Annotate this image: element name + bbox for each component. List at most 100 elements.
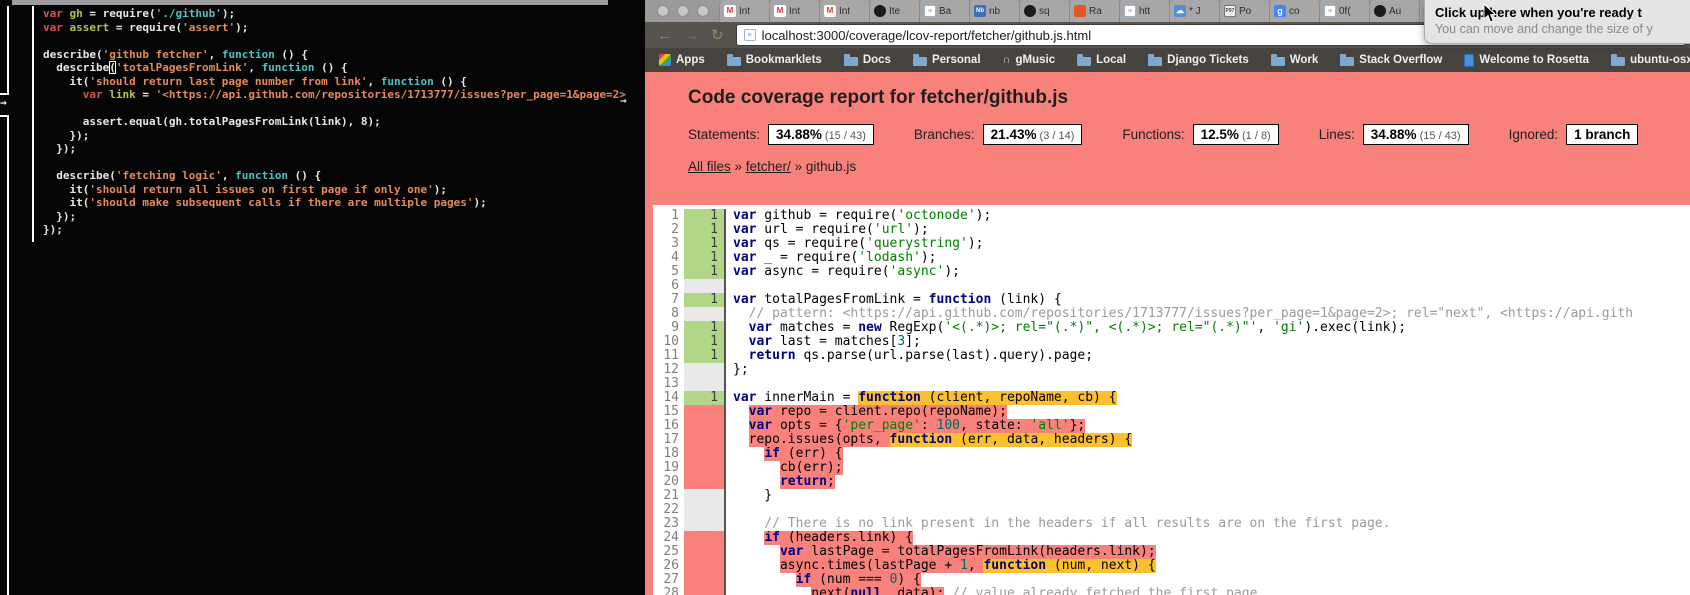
line-number: 28 — [663, 586, 679, 595]
browser-tab[interactable]: Ra — [1069, 0, 1119, 22]
zoom-button[interactable] — [697, 5, 709, 17]
terminal-line: }); — [43, 142, 626, 156]
gmail-favicon-icon: M — [824, 5, 836, 17]
terminal-line: describe('github fetcher', function () { — [43, 48, 626, 62]
code-segment: ); — [473, 196, 487, 209]
bookmark-item[interactable]: Welcome to Rosetta — [1464, 53, 1590, 67]
minimize-button[interactable] — [677, 5, 689, 17]
browser-tab[interactable]: M Int — [719, 0, 769, 22]
tab-title: Int — [839, 5, 851, 17]
bookmark-label: Apps — [676, 54, 705, 66]
browser-tab[interactable]: ≡ htt — [1119, 0, 1169, 22]
nb-favicon-icon: Nb — [974, 5, 986, 17]
breadcrumb-current: github.js — [805, 159, 857, 174]
code-line-row: 27 if (num === 0) { — [653, 573, 1690, 587]
code-segment: // value already fetched the first page — [944, 587, 1258, 595]
reload-button[interactable]: ↻ — [711, 28, 724, 43]
execution-count — [684, 419, 726, 433]
bookmark-item[interactable]: Work — [1270, 53, 1318, 66]
browser-tab[interactable]: sq — [1019, 0, 1069, 22]
bookmark-label: Personal — [931, 54, 981, 66]
bookmark-item[interactable]: Apps — [659, 54, 705, 66]
bookmark-item[interactable]: Bookmarklets — [726, 53, 822, 66]
code-segment: 'gi' — [1273, 321, 1305, 335]
coverage-metric: Statements: 34.88% (15 / 43) — [688, 124, 874, 145]
code-segment: describe( — [43, 47, 103, 61]
code-segment: describe( — [43, 169, 116, 182]
bookmark-item[interactable]: Local — [1077, 53, 1126, 66]
metric-value-box: 34.88% (15 / 43) — [768, 124, 874, 145]
terminal-line: it('should make subsequent calls if ther… — [43, 196, 626, 210]
code-segment: 'async' — [889, 265, 945, 279]
tab-title: Ba — [939, 5, 952, 17]
bookmark-item[interactable]: Personal — [912, 53, 981, 66]
code-segment: totalPagesFromLink = — [756, 293, 929, 307]
line-number: 14 — [663, 390, 679, 405]
back-button[interactable]: ← — [657, 28, 672, 43]
code-line: // There is no link present in the heade… — [726, 517, 1690, 531]
metric-value-box: 21.43% (3 / 14) — [982, 124, 1083, 145]
forward-button[interactable]: → — [684, 28, 699, 43]
line-number: 13 — [663, 376, 679, 391]
code-line: var last = matches[3]; — [726, 335, 1690, 349]
code-segment: it( — [43, 182, 90, 196]
code-segment: , — [221, 169, 236, 182]
bookmark-item[interactable]: ∩ gMusic — [1003, 54, 1056, 66]
code-segment: innerMain = — [756, 391, 859, 405]
browser-tab[interactable]: M Int — [819, 0, 869, 22]
browser-tab[interactable]: P97 Po — [1219, 0, 1269, 22]
metric-value: 1 branch — [1574, 127, 1631, 142]
cloud-favicon-icon: ☁ — [1174, 5, 1186, 17]
folder-icon — [1611, 53, 1626, 66]
line-number: 8 — [671, 306, 679, 321]
line-number: 11 — [663, 348, 679, 363]
tab-title: Au — [1389, 5, 1402, 17]
browser-tab[interactable]: g co — [1269, 0, 1319, 22]
screenshot-root: → var gh = require('./github'); var asser… — [0, 0, 1690, 595]
code-line-row: 21 } — [653, 489, 1690, 503]
terminal-pane[interactable]: → var gh = require('./github'); var asser… — [0, 0, 645, 595]
line-number: 19 — [663, 460, 679, 475]
browser-tab[interactable]: ≡ 0f( — [1319, 0, 1369, 22]
code-segment: matches = — [772, 321, 859, 335]
report-file-name: fetcher/github.js — [920, 87, 1069, 108]
folder-icon — [726, 53, 741, 66]
code-segment: async = require( — [756, 265, 890, 279]
code-line-row: 1 1 var github = require('octonode'); — [653, 209, 1690, 223]
bookmark-item[interactable]: Stack Overflow — [1340, 53, 1442, 66]
browser-tab[interactable]: M Int — [769, 0, 819, 22]
browser-tab[interactable]: Au — [1369, 0, 1419, 22]
browser-tab[interactable]: Ite — [869, 0, 919, 22]
fringe-tick — [0, 115, 9, 117]
execution-count — [684, 377, 726, 391]
code-line-row: 15 var repo = client.repo(repoName); — [653, 405, 1690, 419]
fringe-tick — [0, 93, 9, 95]
bookmark-label: Welcome to Rosetta — [1479, 54, 1590, 66]
code-line-row: 24 if (headers.link) { — [653, 531, 1690, 545]
bookmark-item[interactable]: Django Tickets — [1148, 53, 1249, 66]
terminal-top-strip — [12, 0, 608, 5]
close-button[interactable] — [657, 5, 669, 17]
rabbit-favicon-icon — [1074, 5, 1086, 17]
bookmark-item[interactable]: Docs — [843, 53, 891, 66]
coverage-metric: Ignored: 1 branch — [1509, 124, 1639, 145]
breadcrumb-link[interactable]: fetcher/ — [746, 159, 791, 174]
code-segment: var — [43, 7, 70, 20]
breadcrumb-link[interactable]: All files — [688, 159, 731, 174]
line-number: 10 — [663, 334, 679, 349]
code-line-row: 91 var matches = new RegExp('<(.*)>; rel… — [653, 321, 1690, 335]
browser-tab[interactable]: ≡ Ba — [919, 0, 969, 22]
code-segment: 'querystring' — [866, 237, 968, 251]
bookmark-item[interactable]: ubuntu-osx-inst — [1611, 53, 1690, 66]
code-segment: (err, data, headers) { — [952, 433, 1133, 447]
code-segment: }); — [43, 128, 90, 142]
browser-tab[interactable]: Nb nb — [969, 0, 1019, 22]
gmail-favicon-icon: M — [774, 5, 786, 17]
browser-tab[interactable]: ☁ * J — [1169, 0, 1219, 22]
